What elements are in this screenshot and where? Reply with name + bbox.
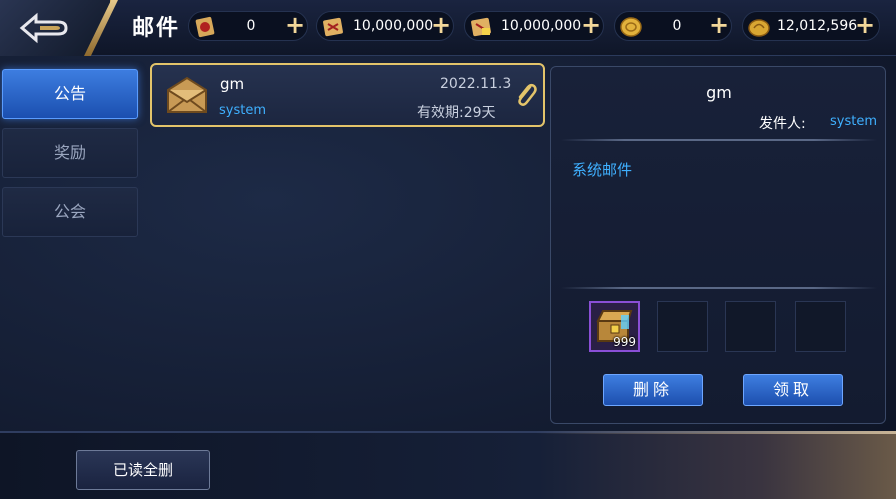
attachment-slot-empty bbox=[795, 301, 846, 352]
attachment-count: 999 bbox=[613, 335, 636, 349]
add-gold-coin-button[interactable]: + bbox=[707, 13, 731, 38]
resource-red-scroll: 0 + bbox=[188, 11, 308, 41]
back-button[interactable] bbox=[0, 0, 112, 56]
resource-gold-ingot: 12,012,596 + bbox=[742, 11, 880, 41]
mail-expiry: 有效期:29天 bbox=[417, 105, 496, 121]
divider bbox=[561, 139, 877, 141]
delete-all-read-button[interactable]: 已读全删 bbox=[76, 450, 210, 490]
resource-treasure-map: 10,000,000 + bbox=[316, 11, 454, 41]
red-scroll-icon bbox=[195, 16, 215, 38]
mail-date: 2022.11.3 bbox=[440, 76, 512, 92]
delete-button[interactable]: 删除 bbox=[603, 374, 703, 406]
tab-rewards[interactable]: 奖励 bbox=[2, 128, 138, 178]
add-gold-ingot-button[interactable]: + bbox=[853, 13, 877, 38]
attachment-slot-empty bbox=[725, 301, 776, 352]
sender-label: 发件人: bbox=[759, 116, 806, 132]
attachment-slot[interactable]: 999 bbox=[589, 301, 640, 352]
tab-announcement[interactable]: 公告 bbox=[2, 69, 138, 119]
add-treasure-map-button[interactable]: + bbox=[429, 13, 453, 38]
mail-body: 系统邮件 bbox=[572, 161, 633, 179]
mail-list-item[interactable]: gm system 2022.11.3 有效期:29天 bbox=[150, 63, 545, 127]
back-arrow-icon bbox=[19, 12, 68, 44]
resource-locked-map: 10,000,000 + bbox=[464, 11, 604, 41]
resource-value: 12,012,596 bbox=[777, 18, 858, 34]
attachment-slot-empty bbox=[657, 301, 708, 352]
add-red-scroll-button[interactable]: + bbox=[283, 13, 307, 38]
top-bar: 邮件 0 + 10,000,000 + 10,000,000 + 0 + 12,… bbox=[0, 0, 896, 56]
gold-coin-icon bbox=[620, 17, 642, 37]
mail-title: gm bbox=[220, 75, 245, 93]
detail-sender: system bbox=[830, 114, 877, 129]
envelope-icon bbox=[167, 76, 207, 113]
locked-map-icon bbox=[471, 17, 491, 37]
divider bbox=[561, 287, 877, 289]
resource-value: 0 bbox=[672, 18, 682, 34]
add-locked-map-button[interactable]: + bbox=[579, 13, 603, 38]
page-title: 邮件 bbox=[132, 16, 181, 41]
resource-value: 10,000,000 bbox=[353, 18, 434, 34]
tab-guild[interactable]: 公会 bbox=[2, 187, 138, 237]
resource-value: 0 bbox=[246, 18, 256, 34]
resource-gold-coin: 0 + bbox=[614, 11, 732, 41]
treasure-map-icon bbox=[323, 17, 343, 37]
mail-sender: system bbox=[219, 103, 266, 118]
bottom-glow bbox=[536, 431, 896, 434]
paperclip-icon bbox=[518, 83, 537, 106]
gold-ingot-icon bbox=[748, 19, 770, 37]
detail-title: gm bbox=[706, 83, 732, 102]
resource-value: 10,000,000 bbox=[501, 18, 582, 34]
mail-detail-panel: gm 发件人: system 系统邮件 999 删除 领取 bbox=[550, 66, 886, 424]
claim-button[interactable]: 领取 bbox=[743, 374, 843, 406]
